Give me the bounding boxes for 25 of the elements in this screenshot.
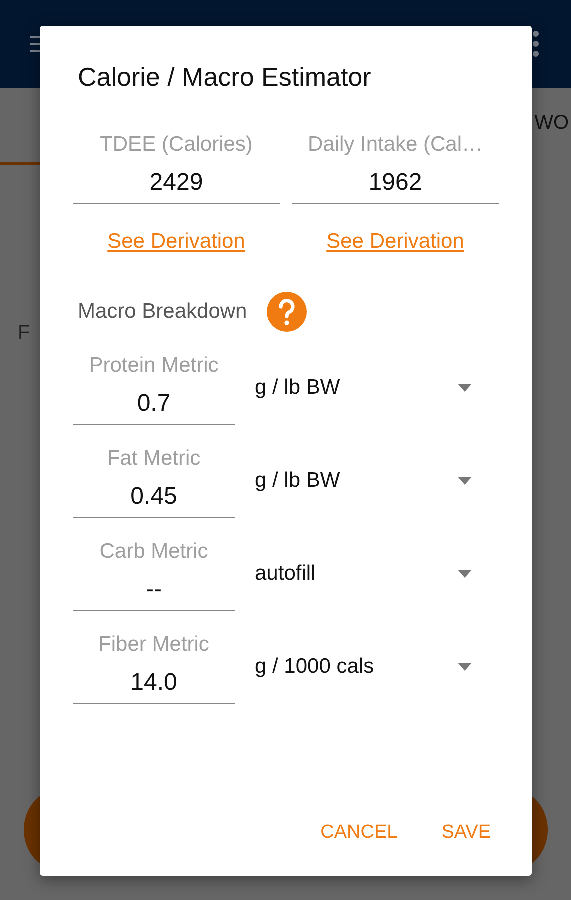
field-label: F: [18, 322, 30, 345]
more-icon[interactable]: [532, 30, 540, 58]
caret-icon: [458, 477, 472, 485]
field-label: Carb Metric: [100, 540, 208, 564]
caret-icon: [458, 663, 472, 671]
field-label: Fat Metric: [107, 447, 201, 471]
caret-icon: [458, 570, 472, 578]
input-field[interactable]: --: [73, 564, 235, 611]
help-icon[interactable]: [267, 292, 308, 332]
section-label: Macro Breakdown: [78, 300, 248, 324]
field-label: Protein Metric: [89, 354, 219, 378]
input-field[interactable]: 0.7: [73, 378, 235, 425]
dialog-title: Calorie / Macro Estimator: [78, 62, 372, 93]
input-field[interactable]: 0.45: [73, 471, 235, 518]
unit-dropdown[interactable]: g / lb BW: [255, 469, 480, 493]
field-label: Fiber Metric: [98, 633, 210, 657]
input-field[interactable]: 1962: [292, 157, 499, 204]
unit-dropdown[interactable]: autofill: [255, 562, 480, 586]
field-label: Daily Intake (Cal…: [308, 133, 484, 157]
unit-dropdown[interactable]: g / lb BW: [255, 376, 480, 400]
field-label: TDEE (Calories): [100, 133, 253, 157]
caret-icon: [458, 384, 472, 392]
unit-dropdown[interactable]: g / 1000 cals: [255, 655, 480, 679]
input-field[interactable]: 2429: [73, 157, 280, 204]
input-field[interactable]: 14.0: [73, 657, 235, 704]
